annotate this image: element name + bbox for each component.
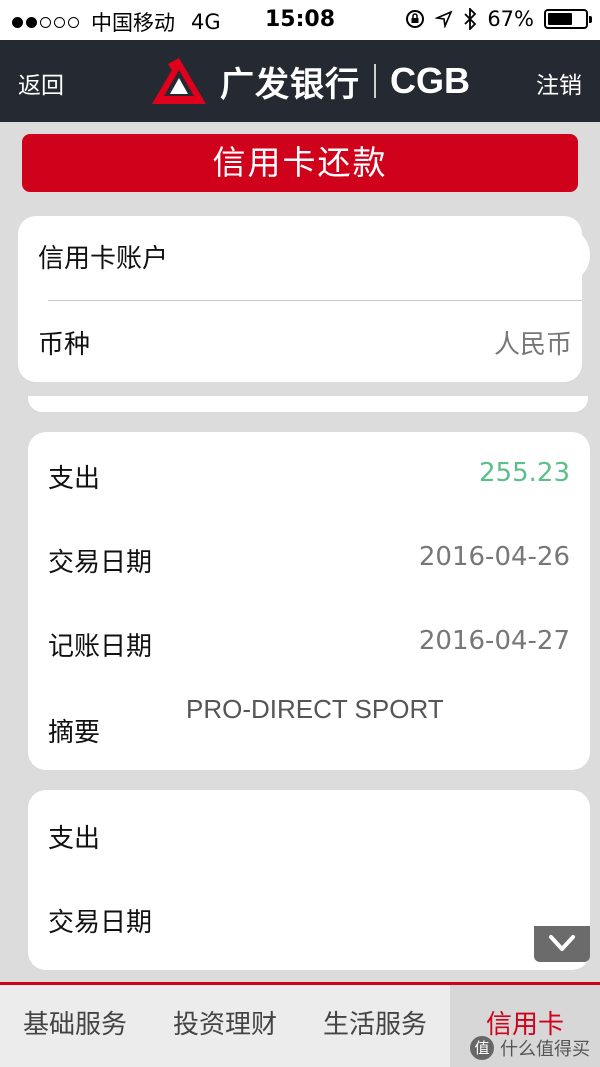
back-button[interactable]: 返回 bbox=[18, 66, 64, 100]
post-date-value: 2016-04-27 bbox=[418, 626, 570, 656]
brand-divider bbox=[374, 64, 376, 98]
trade-date-label: 交易日期 bbox=[48, 548, 153, 578]
bluetooth-icon bbox=[464, 8, 477, 30]
currency-label: 币种 bbox=[38, 330, 91, 360]
status-right: 67% bbox=[405, 7, 592, 31]
page-title: 信用卡还款 bbox=[22, 134, 578, 192]
watermark-badge: 值 bbox=[470, 1036, 494, 1060]
amount-row: 支出 255.23 bbox=[48, 458, 570, 495]
tab-life-services[interactable]: 生活服务 bbox=[300, 985, 450, 1067]
summary-value: PRO-DIRECT SPORT bbox=[186, 694, 444, 724]
status-bar: 中国移动 4G 15:08 67% bbox=[0, 0, 600, 40]
transaction-type-label: 支出 bbox=[48, 824, 101, 854]
row-divider bbox=[48, 300, 582, 301]
scroll-down-button[interactable] bbox=[534, 926, 590, 962]
tab-investment[interactable]: 投资理财 bbox=[150, 985, 300, 1067]
chevron-down-icon bbox=[549, 935, 575, 951]
post-date-row: 记账日期 2016-04-27 bbox=[48, 626, 570, 663]
bank-abbreviation: CGB bbox=[390, 60, 470, 101]
rotation-lock-icon bbox=[406, 10, 425, 28]
amount-row: 支出 bbox=[48, 818, 570, 855]
currency-row: 币种 人民币 bbox=[38, 324, 572, 361]
watermark: 值 什么值得买 bbox=[470, 1035, 590, 1061]
transaction-card: 支出 255.23 交易日期 2016-04-26 记账日期 2016-04-2… bbox=[28, 432, 590, 770]
logout-button[interactable]: 注销 bbox=[536, 66, 582, 100]
location-icon bbox=[435, 10, 453, 28]
watermark-text: 什么值得买 bbox=[500, 1039, 590, 1060]
bank-name: 广发银行 bbox=[220, 64, 360, 105]
redaction-mark bbox=[390, 226, 590, 284]
cgb-logo-icon bbox=[152, 58, 206, 104]
trade-date-value: 2016-04-26 bbox=[418, 542, 570, 572]
account-card: 信用卡账户 币种 人民币 bbox=[18, 216, 590, 382]
trade-date-row: 交易日期 bbox=[48, 902, 570, 939]
post-date-label: 记账日期 bbox=[48, 632, 153, 662]
battery-percent: 67% bbox=[487, 7, 534, 31]
card-edge bbox=[28, 396, 588, 412]
battery-icon bbox=[544, 9, 592, 29]
tab-basic-services[interactable]: 基础服务 bbox=[0, 985, 150, 1067]
transaction-type-label: 支出 bbox=[48, 464, 101, 494]
transaction-amount: 255.23 bbox=[479, 458, 570, 488]
summary-label: 摘要 bbox=[48, 718, 101, 748]
currency-value: 人民币 bbox=[493, 330, 572, 360]
bank-brand: 广发银行 CGB bbox=[150, 56, 470, 106]
nav-bar: 返回 广发银行 CGB 注销 bbox=[0, 40, 600, 122]
redaction-mark bbox=[408, 920, 488, 934]
account-label: 信用卡账户 bbox=[38, 244, 169, 274]
trade-date-row: 交易日期 2016-04-26 bbox=[48, 542, 570, 579]
trade-date-label: 交易日期 bbox=[48, 908, 153, 938]
transaction-card: 支出 交易日期 bbox=[28, 790, 590, 970]
